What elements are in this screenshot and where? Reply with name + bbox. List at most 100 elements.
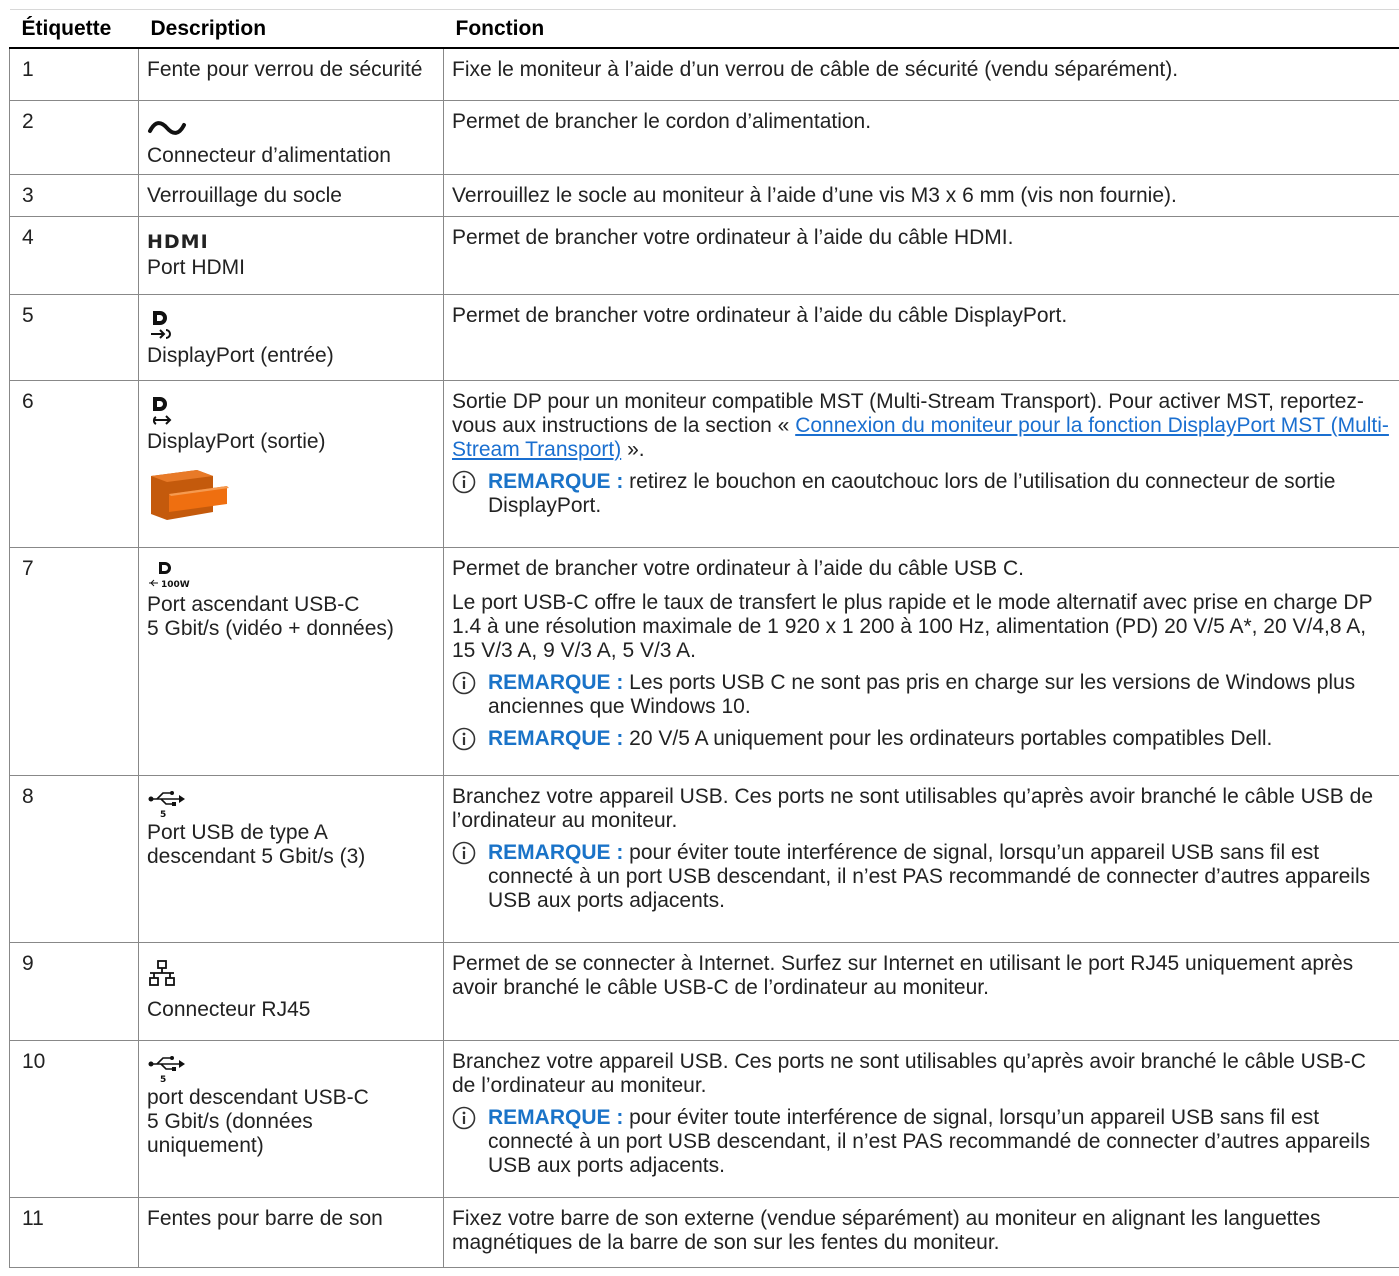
row-function: Branchez votre appareil USB. Ces ports n…: [443, 1040, 1399, 1198]
table-row: 7 100W Port ascendant USB-C 5 Gbit/s (vi…: [9, 547, 1399, 776]
function-text: Fixez votre barre de son externe (vendue…: [452, 1206, 1321, 1254]
row-description: Fente pour verrou de sécurité: [138, 48, 444, 101]
row-description: DisplayPort (sortie): [138, 380, 444, 548]
note-label: REMARQUE :: [488, 840, 624, 864]
function-text: Permet de brancher votre ordinateur à l’…: [452, 303, 1068, 327]
row-description: Connecteur d’alimentation: [138, 100, 444, 175]
row-description: 100W Port ascendant USB-C 5 Gbit/s (vidé…: [138, 547, 444, 776]
row-label: 2: [9, 100, 139, 175]
info-icon: [452, 727, 476, 750]
row-function: Permet de se connecter à Internet. Surfe…: [443, 942, 1399, 1041]
table-row: 1 Fente pour verrou de sécurité Fixe le …: [9, 48, 1399, 101]
table-row: 5 DisplayPort (entrée) Permet de branche…: [9, 294, 1399, 381]
port-name: Port USB de type A descendant 5 Gbit/s (…: [147, 820, 366, 868]
row-function: Permet de brancher votre ordinateur à l’…: [443, 216, 1399, 295]
row-label: 7: [9, 547, 139, 776]
usb-speed: 5: [160, 1075, 166, 1084]
row-function: Verrouillez le socle au moniteur à l’aid…: [443, 174, 1399, 217]
network-icon: [149, 959, 175, 986]
note: REMARQUE : pour éviter toute interférenc…: [452, 841, 1395, 913]
header-etiquette: Étiquette: [9, 9, 139, 49]
row-function: Branchez votre appareil USB. Ces ports n…: [443, 775, 1399, 943]
function-text: Branchez votre appareil USB. Ces ports n…: [452, 784, 1373, 832]
port-name: Fente pour verrou de sécurité: [147, 58, 423, 81]
row-label: 4: [9, 216, 139, 295]
note: REMARQUE : retirez le bouchon en caoutch…: [452, 470, 1395, 518]
row-function: Permet de brancher votre ordinateur à l’…: [443, 294, 1399, 381]
row-label: 8: [9, 775, 139, 943]
function-text: Permet de brancher votre ordinateur à l’…: [452, 556, 1024, 580]
info-icon: [452, 470, 476, 493]
info-icon: [452, 1106, 476, 1129]
function-text: Le port USB-C offre le taux de transfert…: [452, 590, 1373, 662]
function-text: Permet de brancher votre ordinateur à l’…: [452, 225, 1014, 249]
displayport-in-icon: [151, 310, 171, 339]
row-function: Permet de brancher le cordon d’alimentat…: [443, 100, 1399, 175]
table-row: 3 Verrouillage du socle Verrouillez le s…: [9, 174, 1399, 217]
header-fonction: Fonction: [443, 9, 1399, 49]
row-function: Permet de brancher votre ordinateur à l’…: [443, 547, 1399, 776]
function-text: Fixe le moniteur à l’aide d’un verrou de…: [452, 58, 1179, 81]
ports-table: Étiquette Description Fonction 1 Fente p…: [9, 9, 1399, 1268]
usb-speed: 5: [160, 810, 166, 819]
usb-5-icon: 5: [148, 790, 185, 819]
row-description: DisplayPort (entrée): [138, 294, 444, 381]
note: REMARQUE : 20 V/5 A uniquement pour les …: [452, 727, 1395, 751]
header-description: Description: [138, 9, 444, 49]
displayport-out-icon: [152, 396, 172, 425]
note-label: REMARQUE :: [488, 670, 624, 694]
port-name: Verrouillage du socle: [147, 183, 342, 207]
function-text: Permet de brancher le cordon d’alimentat…: [452, 109, 872, 133]
note: REMARQUE : Les ports USB C ne sont pas p…: [452, 671, 1395, 719]
rubber-plug-image: [151, 469, 229, 520]
function-text: Branchez votre appareil USB. Ces ports n…: [452, 1049, 1366, 1097]
usb-c-dp-100w-icon: 100W: [149, 561, 190, 590]
table-header-row: Étiquette Description Fonction: [9, 9, 1399, 49]
row-description: Connecteur RJ45: [138, 942, 444, 1041]
function-text: Sortie DP pour un moniteur compatible MS…: [452, 389, 1389, 461]
row-description: Verrouillage du socle: [138, 174, 444, 217]
info-icon: [452, 671, 476, 694]
note-label: REMARQUE :: [488, 726, 624, 750]
note: REMARQUE : pour éviter toute interférenc…: [452, 1106, 1395, 1178]
table-row: 11 Fentes pour barre de son Fixez votre …: [9, 1197, 1399, 1268]
table-row: 2 Connecteur d’alimentation Permet de br…: [9, 100, 1399, 175]
note-text: 20 V/5 A uniquement pour les ordinateurs…: [623, 726, 1273, 750]
port-name: DisplayPort (entrée): [147, 343, 334, 367]
row-label: 10: [9, 1040, 139, 1198]
function-text: Verrouillez le socle au moniteur à l’aid…: [452, 183, 1177, 207]
table-row: 6 DisplayPort (sortie) Sortie DP pour un…: [9, 380, 1399, 548]
port-name: Fentes pour barre de son: [147, 1206, 383, 1230]
port-name: Connecteur d’alimentation: [147, 143, 391, 167]
row-label: 6: [9, 380, 139, 548]
port-name: Port HDMI: [147, 255, 246, 279]
row-description: HDMI Port HDMI: [138, 216, 444, 295]
port-name: Port ascendant USB-C 5 Gbit/s (vidéo + d…: [147, 592, 394, 640]
table-row: 10 5 port descendant USB-C 5 Gbit/s (don…: [9, 1040, 1399, 1198]
row-description: 5 port descendant USB-C 5 Gbit/s (donnée…: [138, 1040, 444, 1198]
port-name: Connecteur RJ45: [147, 997, 311, 1021]
row-description: 5 Port USB de type A descendant 5 Gbit/s…: [138, 775, 444, 943]
port-name: port descendant USB-C 5 Gbit/s (données …: [147, 1085, 369, 1157]
row-label: 1: [9, 48, 139, 101]
row-label: 11: [9, 1197, 139, 1268]
row-label: 3: [9, 174, 139, 217]
usb-5-icon: 5: [148, 1055, 185, 1084]
table-row: 9 Connecteur RJ45 Permet de se connecter…: [9, 942, 1399, 1041]
row-description: Fentes pour barre de son: [138, 1197, 444, 1268]
hdmi-icon: HDMI: [147, 230, 209, 253]
row-label: 9: [9, 942, 139, 1041]
info-icon: [452, 841, 476, 864]
table-row: 8 5 Port USB de type A descendant 5 Gbit…: [9, 775, 1399, 943]
row-label: 5: [9, 294, 139, 381]
note-label: REMARQUE :: [488, 1105, 624, 1129]
row-function: Sortie DP pour un moniteur compatible MS…: [443, 380, 1399, 548]
row-function: Fixe le moniteur à l’aide d’un verrou de…: [443, 48, 1399, 101]
port-name: DisplayPort (sortie): [147, 429, 326, 453]
ac-power-icon: [148, 120, 186, 135]
note-label: REMARQUE :: [488, 469, 624, 493]
power-rating: 100W: [161, 580, 190, 590]
table-row: 4 HDMI Port HDMI Permet de brancher votr…: [9, 216, 1399, 295]
row-function: Fixez votre barre de son externe (vendue…: [443, 1197, 1399, 1268]
function-text: Permet de se connecter à Internet. Surfe…: [452, 951, 1354, 999]
